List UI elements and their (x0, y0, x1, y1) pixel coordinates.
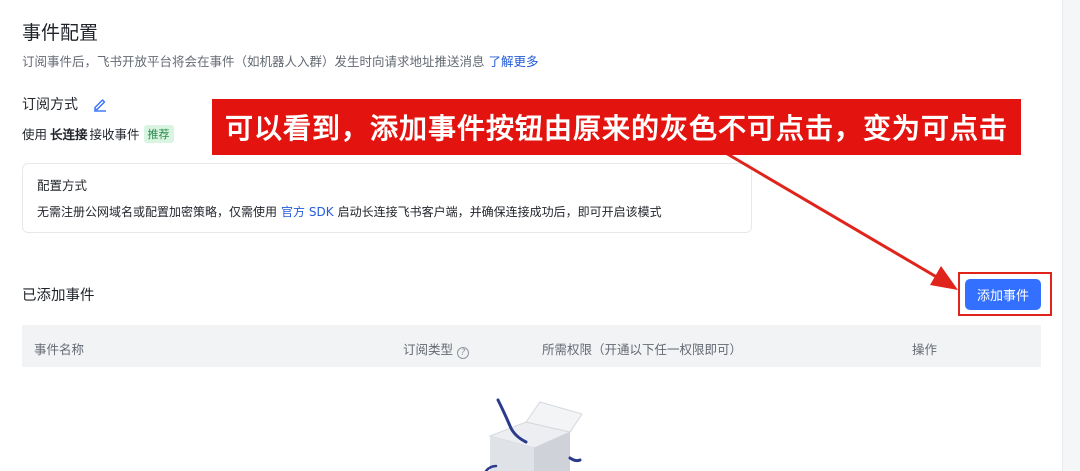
subscription-method-heading: 订阅方式 (22, 94, 108, 114)
edit-icon[interactable] (92, 96, 108, 112)
learn-more-link[interactable]: 了解更多 (489, 54, 539, 69)
annotation-callout: 可以看到，添加事件按钮由原来的灰色不可点击，变为可点击 (212, 99, 1021, 155)
add-event-button[interactable]: 添加事件 (965, 279, 1041, 310)
description-text: 订阅事件后，飞书开放平台将会在事件（如机器人入群）发生时向请求地址推送消息 (22, 54, 485, 69)
page-title: 事件配置 (22, 22, 99, 44)
config-desc-before: 无需注册公网域名或配置加密策略，仅需使用 (37, 205, 278, 219)
scrollbar[interactable] (1062, 0, 1080, 471)
config-card: 配置方式 无需注册公网域名或配置加密策略，仅需使用 官方 SDK 启动长连接飞书客户… (22, 163, 752, 233)
table-header: 事件名称 订阅类型? 所需权限（开通以下任一权限即可） 操作 (22, 325, 1041, 367)
subscription-method-label: 订阅方式 (22, 97, 78, 113)
column-actions: 操作 (912, 342, 938, 357)
sdk-link[interactable]: 官方 SDK (281, 205, 334, 219)
config-card-title: 配置方式 (37, 178, 88, 193)
column-permissions: 所需权限（开通以下任一权限即可） (542, 342, 743, 357)
column-subscription-type-label: 订阅类型 (403, 342, 454, 357)
added-events-title: 已添加事件 (22, 288, 95, 304)
empty-box-illustration (484, 398, 583, 471)
config-desc-after: 启动长连接飞书客户端，并确保连接成功后，即可开启该模式 (337, 205, 662, 219)
config-card-description: 无需注册公网域名或配置加密策略，仅需使用 官方 SDK 启动长连接飞书客户端，并确保… (37, 203, 662, 220)
recommended-badge: 推荐 (143, 124, 174, 143)
subscription-method: 使用 长连接 接收事件 推荐 (22, 124, 174, 143)
method-suffix: 接收事件 (89, 127, 140, 142)
column-subscription-type: 订阅类型? (403, 339, 470, 359)
column-event-name: 事件名称 (34, 342, 85, 357)
method-prefix: 使用 (22, 127, 48, 142)
page-description: 订阅事件后，飞书开放平台将会在事件（如机器人入群）发生时向请求地址推送消息 了解更… (22, 51, 539, 70)
help-icon[interactable]: ? (457, 347, 470, 359)
method-name: 长连接 (50, 127, 88, 142)
